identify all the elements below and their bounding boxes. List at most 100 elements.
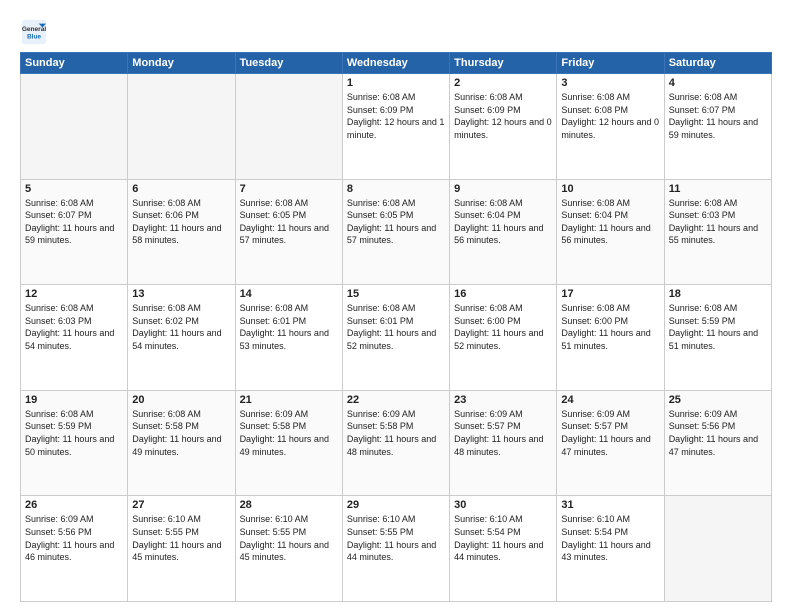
day-info: Sunrise: 6:08 AM Sunset: 6:09 PM Dayligh… xyxy=(454,91,552,141)
day-info: Sunrise: 6:08 AM Sunset: 6:05 PM Dayligh… xyxy=(240,197,338,247)
calendar-cell: 4Sunrise: 6:08 AM Sunset: 6:07 PM Daylig… xyxy=(664,74,771,180)
calendar-cell: 25 Sunrise: 6:09 AM Sunset: 5:56 PM Dayli… xyxy=(664,390,771,496)
day-info: Sunrise: 6:08 AM Sunset: 6:04 PM Dayligh… xyxy=(454,197,552,247)
day-number: 8 xyxy=(347,183,445,195)
day-info: Sunrise: 6:10 AM Sunset: 5:55 PM Dayligh… xyxy=(347,513,445,563)
day-info: Sunrise: 6:09 AM Sunset: 5:56 PM Dayligh… xyxy=(669,408,767,458)
day-number: 27 xyxy=(132,499,230,511)
day-number: 4 xyxy=(669,77,767,89)
calendar-week-2: 12Sunrise: 6:08 AM Sunset: 6:03 PM Dayli… xyxy=(21,285,772,391)
calendar-cell: 1 Sunrise: 6:08 AM Sunset: 6:09 PM Daylig… xyxy=(342,74,449,180)
calendar-cell: 10 Sunrise: 6:08 AM Sunset: 6:04 PM Dayli… xyxy=(557,179,664,285)
calendar-cell: 30 Sunrise: 6:10 AM Sunset: 5:54 PM Dayli… xyxy=(450,496,557,602)
day-number: 14 xyxy=(240,288,338,300)
calendar-cell: 13Sunrise: 6:08 AM Sunset: 6:02 PM Dayli… xyxy=(128,285,235,391)
logo: General Blue xyxy=(20,18,52,46)
day-info: Sunrise: 6:08 AM Sunset: 6:08 PM Dayligh… xyxy=(561,91,659,141)
day-info: Sunrise: 6:10 AM Sunset: 5:54 PM Dayligh… xyxy=(454,513,552,563)
day-info: Sunrise: 6:08 AM Sunset: 6:07 PM Dayligh… xyxy=(25,197,123,247)
calendar-cell: 21 Sunrise: 6:09 AM Sunset: 5:58 PM Dayli… xyxy=(235,390,342,496)
day-number: 3 xyxy=(561,77,659,89)
day-info: Sunrise: 6:10 AM Sunset: 5:54 PM Dayligh… xyxy=(561,513,659,563)
day-number: 24 xyxy=(561,394,659,406)
calendar-cell: 11 Sunrise: 6:08 AM Sunset: 6:03 PM Dayli… xyxy=(664,179,771,285)
day-number: 9 xyxy=(454,183,552,195)
calendar-header-sunday: Sunday xyxy=(21,53,128,74)
day-number: 20 xyxy=(132,394,230,406)
day-info: Sunrise: 6:08 AM Sunset: 6:04 PM Dayligh… xyxy=(561,197,659,247)
calendar-cell xyxy=(21,74,128,180)
day-number: 13 xyxy=(132,288,230,300)
day-info: Sunrise: 6:08 AM Sunset: 6:01 PM Dayligh… xyxy=(347,302,445,352)
calendar-cell: 15 Sunrise: 6:08 AM Sunset: 6:01 PM Dayli… xyxy=(342,285,449,391)
day-number: 2 xyxy=(454,77,552,89)
logo-icon: General Blue xyxy=(20,18,48,46)
day-number: 6 xyxy=(132,183,230,195)
day-number: 22 xyxy=(347,394,445,406)
calendar-week-4: 26 Sunrise: 6:09 AM Sunset: 5:56 PM Dayli… xyxy=(21,496,772,602)
calendar-cell: 20 Sunrise: 6:08 AM Sunset: 5:58 PM Dayli… xyxy=(128,390,235,496)
calendar-cell xyxy=(128,74,235,180)
calendar-header-thursday: Thursday xyxy=(450,53,557,74)
day-info: Sunrise: 6:09 AM Sunset: 5:57 PM Dayligh… xyxy=(561,408,659,458)
calendar-cell xyxy=(664,496,771,602)
day-info: Sunrise: 6:10 AM Sunset: 5:55 PM Dayligh… xyxy=(132,513,230,563)
day-info: Sunrise: 6:09 AM Sunset: 5:57 PM Dayligh… xyxy=(454,408,552,458)
day-number: 1 xyxy=(347,77,445,89)
day-number: 19 xyxy=(25,394,123,406)
day-number: 28 xyxy=(240,499,338,511)
calendar-header-friday: Friday xyxy=(557,53,664,74)
day-info: Sunrise: 6:08 AM Sunset: 6:00 PM Dayligh… xyxy=(561,302,659,352)
calendar-week-3: 19 Sunrise: 6:08 AM Sunset: 5:59 PM Dayli… xyxy=(21,390,772,496)
header: General Blue xyxy=(20,18,772,46)
calendar-cell: 19 Sunrise: 6:08 AM Sunset: 5:59 PM Dayli… xyxy=(21,390,128,496)
day-info: Sunrise: 6:08 AM Sunset: 6:00 PM Dayligh… xyxy=(454,302,552,352)
day-number: 30 xyxy=(454,499,552,511)
day-info: Sunrise: 6:08 AM Sunset: 6:03 PM Dayligh… xyxy=(25,302,123,352)
calendar-cell: 3 Sunrise: 6:08 AM Sunset: 6:08 PM Daylig… xyxy=(557,74,664,180)
day-info: Sunrise: 6:08 AM Sunset: 6:09 PM Dayligh… xyxy=(347,91,445,141)
calendar-header-monday: Monday xyxy=(128,53,235,74)
calendar-cell: 18Sunrise: 6:08 AM Sunset: 5:59 PM Dayli… xyxy=(664,285,771,391)
calendar-cell: 29 Sunrise: 6:10 AM Sunset: 5:55 PM Dayli… xyxy=(342,496,449,602)
day-number: 15 xyxy=(347,288,445,300)
calendar-cell: 8Sunrise: 6:08 AM Sunset: 6:05 PM Daylig… xyxy=(342,179,449,285)
day-info: Sunrise: 6:08 AM Sunset: 6:06 PM Dayligh… xyxy=(132,197,230,247)
calendar: SundayMondayTuesdayWednesdayThursdayFrid… xyxy=(20,52,772,602)
calendar-cell: 23 Sunrise: 6:09 AM Sunset: 5:57 PM Dayli… xyxy=(450,390,557,496)
day-info: Sunrise: 6:08 AM Sunset: 5:59 PM Dayligh… xyxy=(25,408,123,458)
calendar-cell: 12Sunrise: 6:08 AM Sunset: 6:03 PM Dayli… xyxy=(21,285,128,391)
day-number: 23 xyxy=(454,394,552,406)
calendar-cell: 31 Sunrise: 6:10 AM Sunset: 5:54 PM Dayli… xyxy=(557,496,664,602)
day-number: 31 xyxy=(561,499,659,511)
day-info: Sunrise: 6:08 AM Sunset: 6:03 PM Dayligh… xyxy=(669,197,767,247)
calendar-cell: 27 Sunrise: 6:10 AM Sunset: 5:55 PM Dayli… xyxy=(128,496,235,602)
calendar-header-wednesday: Wednesday xyxy=(342,53,449,74)
calendar-cell: 17 Sunrise: 6:08 AM Sunset: 6:00 PM Dayli… xyxy=(557,285,664,391)
svg-text:General: General xyxy=(22,26,46,33)
calendar-week-1: 5Sunrise: 6:08 AM Sunset: 6:07 PM Daylig… xyxy=(21,179,772,285)
day-number: 7 xyxy=(240,183,338,195)
calendar-cell: 7 Sunrise: 6:08 AM Sunset: 6:05 PM Daylig… xyxy=(235,179,342,285)
calendar-header-row: SundayMondayTuesdayWednesdayThursdayFrid… xyxy=(21,53,772,74)
day-number: 17 xyxy=(561,288,659,300)
day-number: 10 xyxy=(561,183,659,195)
day-number: 21 xyxy=(240,394,338,406)
calendar-cell xyxy=(235,74,342,180)
calendar-cell: 9 Sunrise: 6:08 AM Sunset: 6:04 PM Daylig… xyxy=(450,179,557,285)
day-number: 18 xyxy=(669,288,767,300)
day-number: 16 xyxy=(454,288,552,300)
calendar-cell: 26 Sunrise: 6:09 AM Sunset: 5:56 PM Dayli… xyxy=(21,496,128,602)
day-number: 29 xyxy=(347,499,445,511)
day-number: 26 xyxy=(25,499,123,511)
calendar-cell: 2 Sunrise: 6:08 AM Sunset: 6:09 PM Daylig… xyxy=(450,74,557,180)
day-number: 11 xyxy=(669,183,767,195)
calendar-cell: 28Sunrise: 6:10 AM Sunset: 5:55 PM Dayli… xyxy=(235,496,342,602)
day-info: Sunrise: 6:09 AM Sunset: 5:58 PM Dayligh… xyxy=(240,408,338,458)
calendar-header-saturday: Saturday xyxy=(664,53,771,74)
calendar-cell: 14Sunrise: 6:08 AM Sunset: 6:01 PM Dayli… xyxy=(235,285,342,391)
day-info: Sunrise: 6:08 AM Sunset: 5:58 PM Dayligh… xyxy=(132,408,230,458)
day-info: Sunrise: 6:09 AM Sunset: 5:56 PM Dayligh… xyxy=(25,513,123,563)
day-number: 25 xyxy=(669,394,767,406)
calendar-header-tuesday: Tuesday xyxy=(235,53,342,74)
